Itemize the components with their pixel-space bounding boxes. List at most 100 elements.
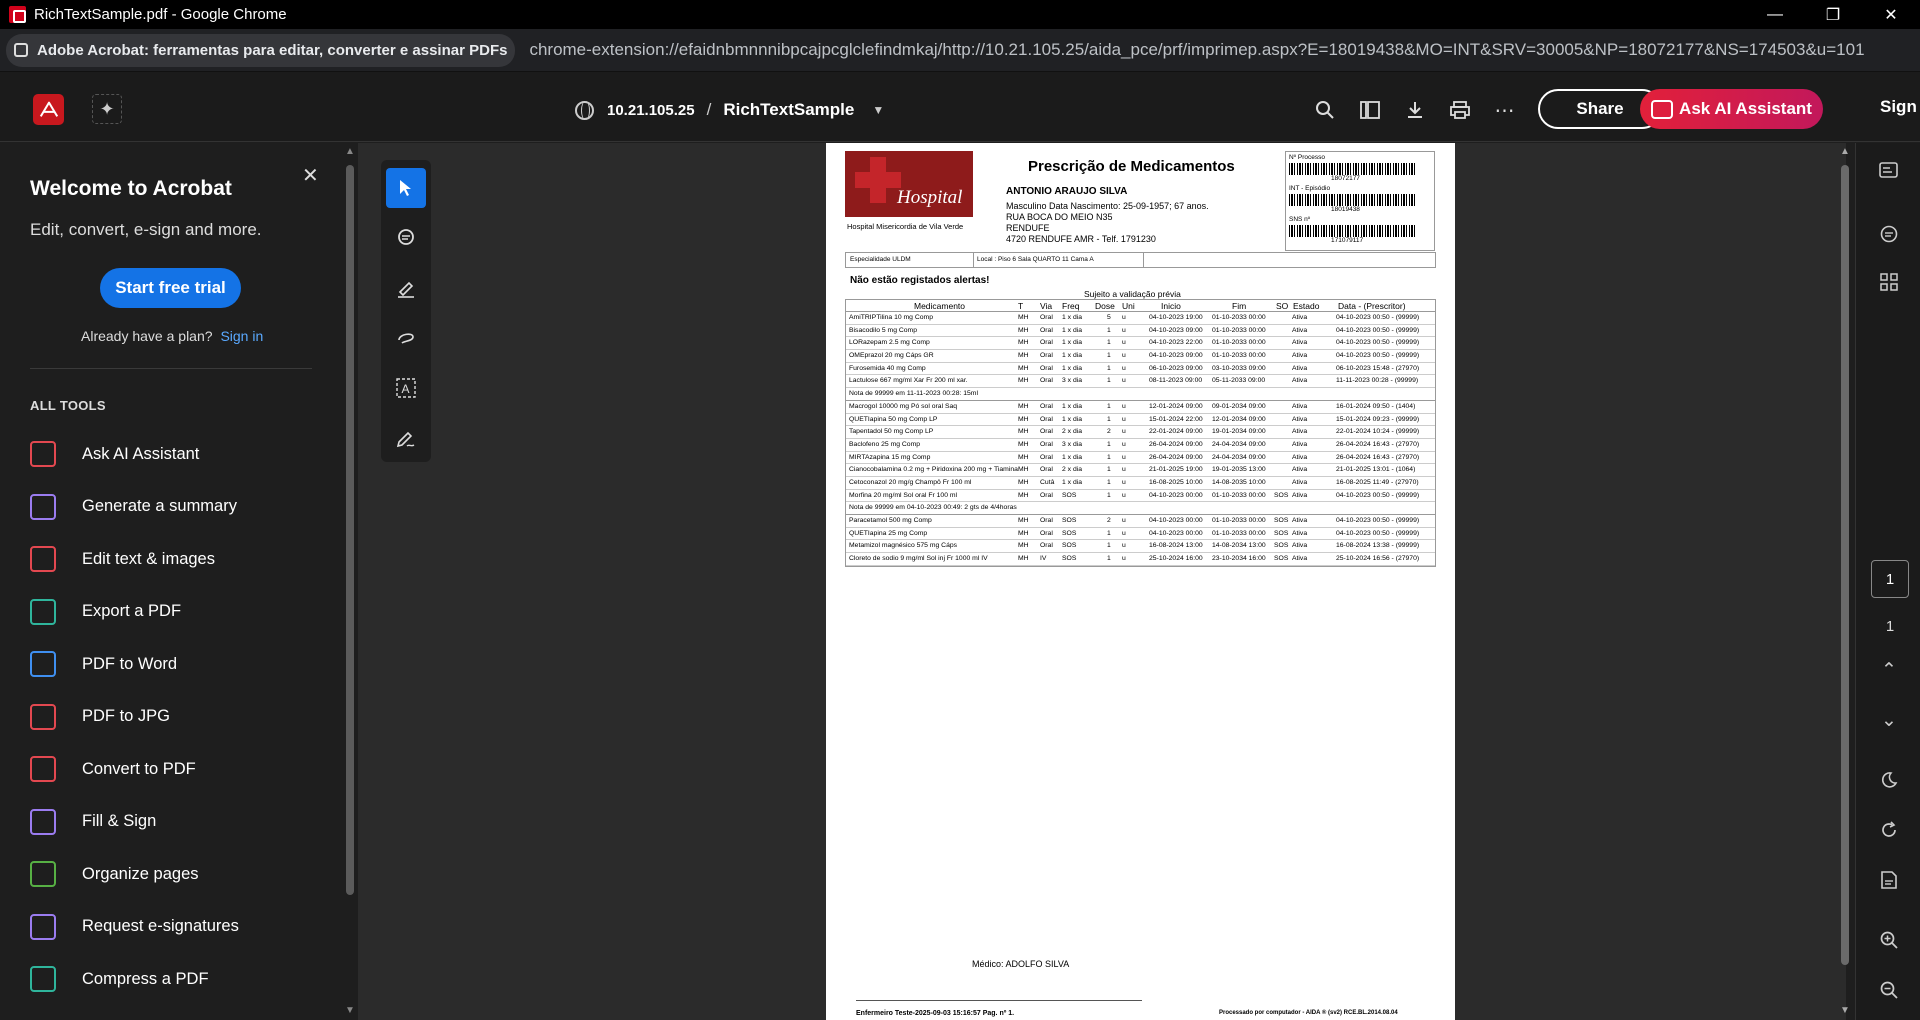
extension-chip[interactable]: Adobe Acrobat: ferramentas para editar, … bbox=[6, 33, 516, 67]
print-icon[interactable] bbox=[1437, 94, 1482, 126]
tool-icon bbox=[30, 598, 56, 625]
table-cell: Cianocobalamina 0.2 mg + Piridoxina 200 … bbox=[849, 466, 1018, 474]
close-window-button[interactable]: ✕ bbox=[1862, 0, 1920, 29]
patient-info-line: RUA BOCA DO MEIO N35 bbox=[1006, 212, 1113, 222]
sign-in-link[interactable]: Sign in bbox=[1880, 97, 1920, 117]
table-row: Metamizol magnésico 575 mg Cáps MH Oral SOS… bbox=[846, 540, 1435, 554]
chevron-down-icon[interactable]: ⌄ bbox=[1874, 705, 1904, 735]
table-cell: 24-04-2034 09:00 bbox=[1212, 453, 1266, 461]
table-cell: 01-10-2033 00:00 bbox=[1212, 339, 1266, 347]
tool-item[interactable]: Export a PDF bbox=[30, 586, 320, 639]
scroll-down-icon[interactable]: ▼ bbox=[345, 1005, 355, 1016]
table-cell: 04-10-2023 09:00 bbox=[1149, 326, 1203, 334]
comment-tool-icon[interactable] bbox=[386, 218, 426, 258]
table-cell: 12-01-2034 09:00 bbox=[1212, 415, 1266, 423]
document-scrollbar[interactable]: ▲ ▼ bbox=[1837, 143, 1853, 1020]
document-scroll-thumb[interactable] bbox=[1841, 165, 1849, 965]
table-cell: Ativa bbox=[1292, 428, 1308, 436]
scroll-up-icon[interactable]: ▲ bbox=[345, 146, 355, 157]
restore-button[interactable]: ❐ bbox=[1804, 0, 1862, 29]
tool-icon bbox=[30, 913, 56, 940]
select-tool-icon[interactable] bbox=[386, 168, 426, 208]
tool-item[interactable]: Fill & Sign bbox=[30, 796, 320, 849]
download-icon[interactable] bbox=[1392, 94, 1437, 126]
panel-title: Welcome to Acrobat bbox=[30, 177, 232, 200]
table-cell: Ativa bbox=[1292, 314, 1308, 321]
tool-item[interactable]: Request e-signatures bbox=[30, 901, 320, 954]
highlight-tool-icon[interactable] bbox=[386, 268, 426, 308]
tool-item[interactable]: Convert to PDF bbox=[30, 743, 320, 796]
tool-item[interactable]: Organize pages bbox=[30, 848, 320, 901]
close-icon[interactable]: ✕ bbox=[302, 163, 319, 188]
table-cell: 16-08-2024 13:38 - (99999) bbox=[1336, 542, 1420, 550]
table-row: LORazepam 2.5 mg Comp MH Oral 1 x dia 1 u 04-1… bbox=[846, 337, 1435, 351]
tool-label: PDF to Word bbox=[82, 654, 178, 673]
table-cell: 1 bbox=[1107, 529, 1111, 537]
chevron-up-icon[interactable]: ⌃ bbox=[1874, 655, 1904, 685]
table-cell: 16-01-2024 09:50 - (1404) bbox=[1336, 402, 1416, 410]
table-cell: MH bbox=[1018, 466, 1029, 474]
ai-assistant-rail-icon[interactable] bbox=[1874, 155, 1904, 185]
column-header: Fim bbox=[1232, 301, 1247, 311]
chevron-down-icon[interactable]: ▼ bbox=[872, 103, 884, 117]
tool-item[interactable]: PDF to JPG bbox=[30, 691, 320, 744]
tool-label: Ask AI Assistant bbox=[82, 444, 200, 463]
table-header: Medicamento T Via Freq Dose Uni Inicio Fim SO Est… bbox=[846, 300, 1435, 312]
rotate-icon[interactable] bbox=[1874, 815, 1904, 845]
comment-rail-icon[interactable] bbox=[1874, 219, 1904, 249]
table-cell: 1 x dia bbox=[1062, 478, 1083, 486]
acrobat-logo-icon[interactable] bbox=[33, 94, 64, 125]
panel-scrollbar[interactable]: ▲ ▼ bbox=[342, 143, 358, 1020]
minimize-button[interactable]: — bbox=[1746, 0, 1804, 29]
table-cell: 1 bbox=[1107, 555, 1111, 563]
table-cell: 21-01-2025 13:01 - (1064) bbox=[1336, 466, 1416, 474]
table-cell: 04-10-2023 00:00 bbox=[1149, 491, 1203, 499]
table-cell: 12-01-2024 09:00 bbox=[1149, 402, 1203, 410]
table-row: AmiTRIPTilina 10 mg Comp MH Oral 1 x dia 5 u 0… bbox=[846, 312, 1435, 325]
panel-scroll-thumb[interactable] bbox=[346, 165, 354, 895]
url-field[interactable]: chrome-extension://efaidnbmnnnibpcajpcgl… bbox=[529, 40, 1864, 60]
tool-item[interactable]: Ask AI Assistant bbox=[30, 428, 320, 481]
start-free-trial-button[interactable]: Start free trial bbox=[100, 268, 241, 308]
document-name[interactable]: RichTextSample bbox=[723, 100, 854, 120]
table-cell: 1 bbox=[1107, 339, 1111, 347]
tool-item[interactable]: Generate a summary bbox=[30, 481, 320, 534]
ask-ai-assistant-button[interactable]: Ask AI Assistant bbox=[1640, 89, 1823, 129]
table-cell: LORazepam 2.5 mg Comp bbox=[849, 339, 930, 347]
scroll-down-icon[interactable]: ▼ bbox=[1840, 1005, 1850, 1016]
pages-icon[interactable] bbox=[1347, 94, 1392, 126]
text-tool-icon[interactable]: A bbox=[386, 368, 426, 408]
tool-label: Compress a PDF bbox=[82, 969, 209, 988]
draw-tool-icon[interactable] bbox=[386, 318, 426, 358]
ai-tools-icon[interactable]: ✦ bbox=[92, 94, 122, 124]
table-cell: u bbox=[1122, 428, 1126, 436]
table-cell: 01-10-2033 00:00 bbox=[1212, 491, 1266, 499]
dark-mode-icon[interactable] bbox=[1874, 765, 1904, 795]
search-icon[interactable] bbox=[1302, 94, 1347, 126]
table-cell: Oral bbox=[1040, 402, 1053, 410]
panel-sign-in-link[interactable]: Sign in bbox=[220, 328, 263, 344]
current-page-field[interactable]: 1 bbox=[1871, 560, 1909, 598]
zoom-out-icon[interactable] bbox=[1874, 975, 1904, 1005]
table-cell: Ativa bbox=[1292, 352, 1308, 360]
tool-icon bbox=[30, 756, 56, 783]
zoom-in-icon[interactable] bbox=[1874, 925, 1904, 955]
tool-label: Organize pages bbox=[82, 864, 199, 883]
sign-tool-icon[interactable] bbox=[386, 418, 426, 458]
tool-item[interactable]: Edit text & images bbox=[30, 533, 320, 586]
tool-item[interactable]: PDF to Word bbox=[30, 638, 320, 691]
table-cell: u bbox=[1122, 402, 1126, 410]
logo-text: Hospital bbox=[897, 187, 963, 208]
more-icon[interactable]: ⋯ bbox=[1482, 94, 1527, 126]
local: Local : Piso 6 Sala QUARTO 11 Cama A bbox=[977, 256, 1094, 263]
table-cell: Ativa bbox=[1292, 339, 1308, 347]
tool-label: PDF to JPG bbox=[82, 707, 171, 726]
scroll-up-icon[interactable]: ▲ bbox=[1840, 146, 1850, 157]
table-cell: Oral bbox=[1040, 542, 1053, 550]
tool-icon bbox=[30, 808, 56, 835]
grid-icon[interactable] bbox=[1874, 267, 1904, 297]
table-cell: 01-10-2033 00:00 bbox=[1212, 314, 1266, 321]
table-cell: MIRTAzapina 15 mg Comp bbox=[849, 453, 931, 461]
document-properties-icon[interactable] bbox=[1874, 865, 1904, 895]
tool-item[interactable]: Compress a PDF bbox=[30, 953, 320, 1006]
